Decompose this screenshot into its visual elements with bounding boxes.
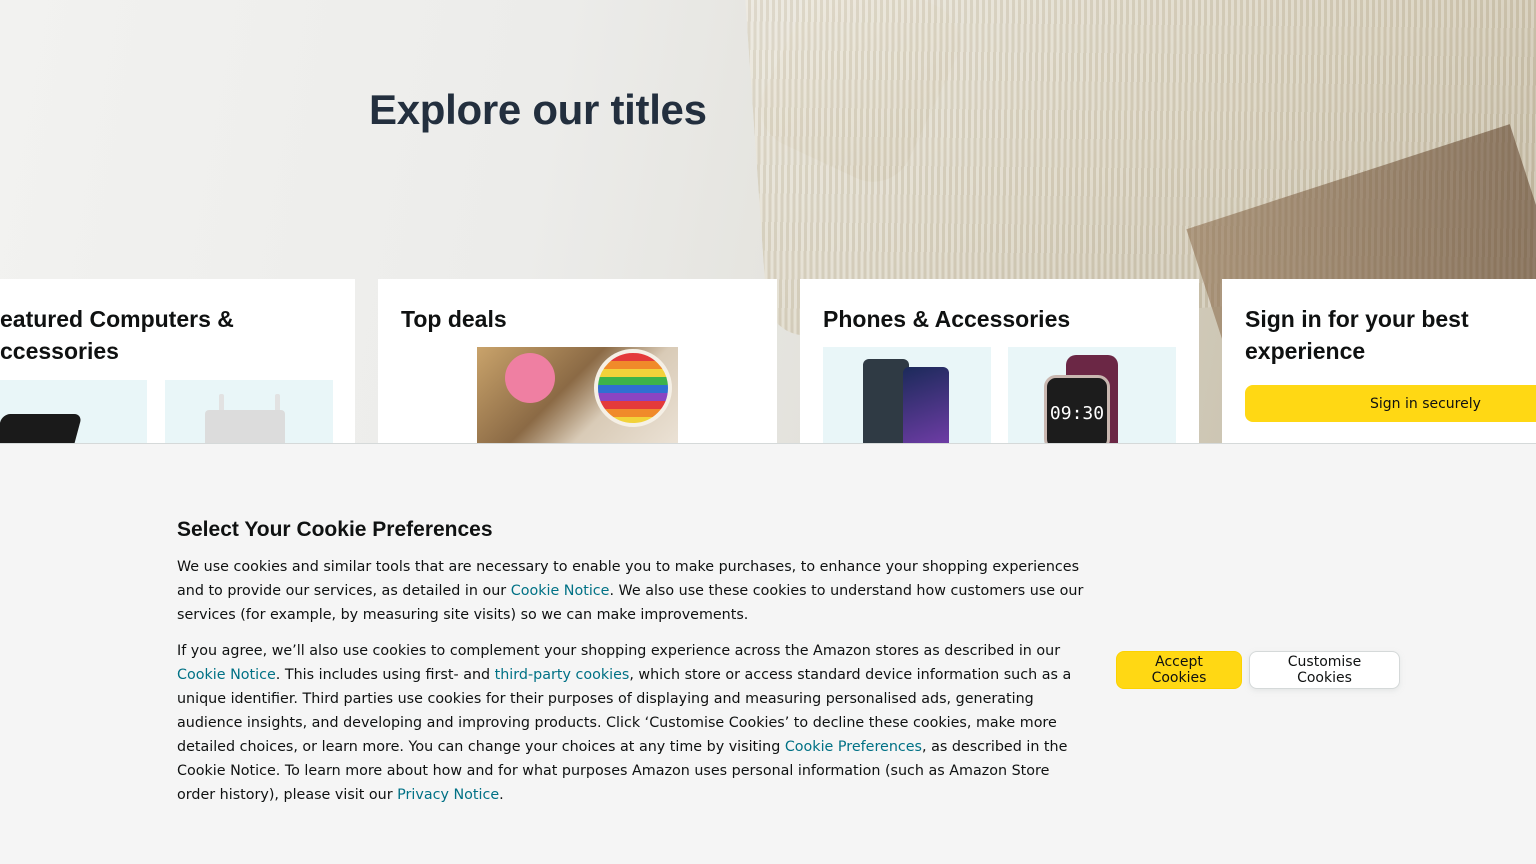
- cookie-banner-title: Select Your Cookie Preferences: [177, 518, 493, 541]
- third-party-cookies-link[interactable]: third-party cookies: [495, 667, 630, 683]
- privacy-notice-link[interactable]: Privacy Notice: [397, 787, 499, 803]
- book-sticker-icon: [505, 353, 555, 403]
- watch-face-icon: 09:30: [1044, 375, 1110, 451]
- card-title[interactable]: Top deals: [401, 303, 765, 335]
- card-title[interactable]: Phones & Accessories: [823, 303, 1187, 335]
- accept-cookies-button[interactable]: Accept Cookies: [1116, 651, 1242, 689]
- text: . This includes using first- and: [275, 667, 495, 683]
- sign-in-button[interactable]: Sign in securely: [1245, 385, 1536, 422]
- cookie-notice-link[interactable]: Cookie Notice: [511, 583, 610, 599]
- text: .: [499, 787, 504, 803]
- card-featured-computers[interactable]: eatured Computers & ccessories: [0, 279, 355, 459]
- cookie-banner-paragraph-2: If you agree, we’ll also use cookies to …: [177, 639, 1087, 807]
- cookie-banner-paragraph-1: We use cookies and similar tools that ar…: [177, 555, 1087, 627]
- cookie-banner: Select Your Cookie Preferences We use co…: [0, 443, 1536, 864]
- card-title: Sign in for your best experience: [1245, 306, 1469, 364]
- card-title[interactable]: eatured Computers & ccessories: [0, 303, 343, 367]
- cookie-notice-link[interactable]: Cookie Notice: [177, 667, 276, 683]
- card-sign-in: Sign in for your best experience: [1222, 279, 1536, 459]
- customise-cookies-button[interactable]: Customise Cookies: [1249, 651, 1400, 689]
- hero-title[interactable]: Explore our titles: [369, 86, 707, 134]
- cookie-preferences-link[interactable]: Cookie Preferences: [785, 739, 922, 755]
- rainbow-cake-icon: [594, 349, 672, 427]
- card-phones-accessories[interactable]: Phones & Accessories 09:30: [800, 279, 1199, 459]
- text: If you agree, we’ll also use cookies to …: [177, 643, 1061, 659]
